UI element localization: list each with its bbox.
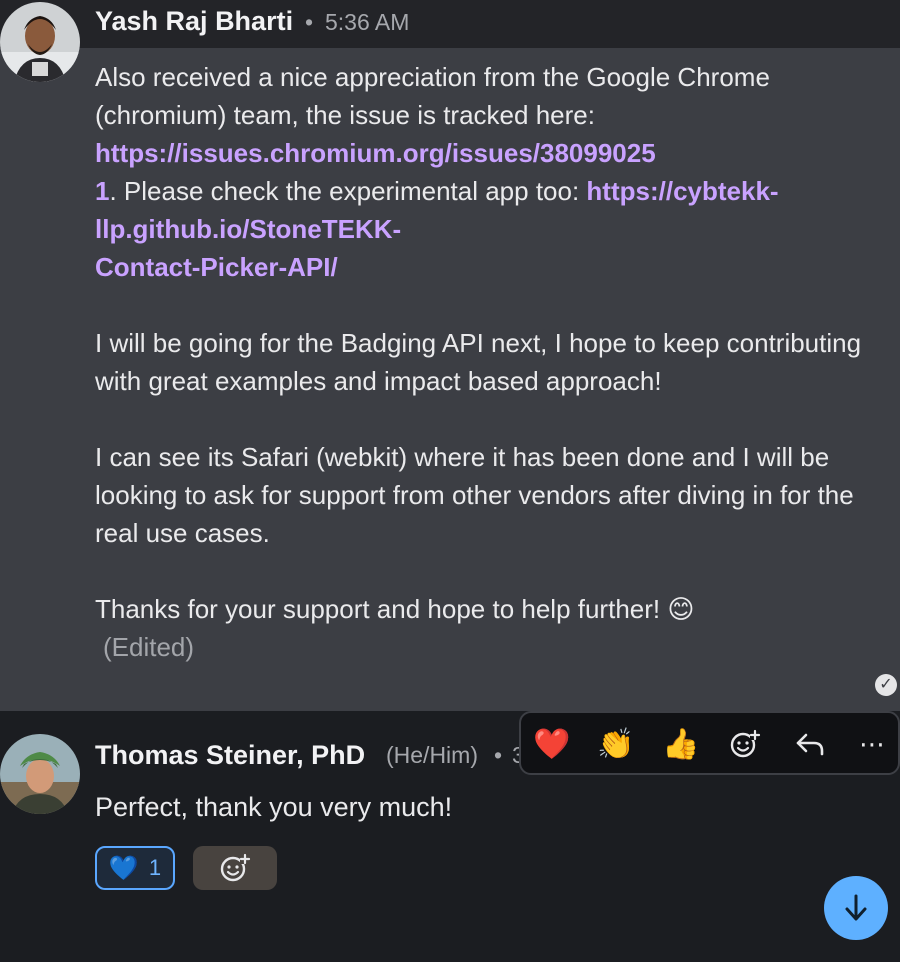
reply-icon xyxy=(796,733,824,756)
message-body: Also received a nice appreciation from t… xyxy=(95,58,885,666)
add-reaction-button[interactable] xyxy=(722,723,768,765)
react-thumbs-up-button[interactable]: 👍 xyxy=(658,723,704,765)
link-text: 1 xyxy=(95,176,110,206)
avatar[interactable] xyxy=(0,734,80,814)
avatar[interactable] xyxy=(0,2,80,82)
message-yash: Yash Raj Bharti • 5:36 AM Also received … xyxy=(0,0,900,711)
paragraph-2: I will be going for the Badging API next… xyxy=(95,328,862,396)
scroll-to-bottom-button[interactable] xyxy=(824,876,888,940)
reaction-count: 1 xyxy=(148,855,162,880)
read-check-icon: ✓ xyxy=(875,674,897,696)
add-reaction-button[interactable] xyxy=(193,846,277,890)
author-name[interactable]: Thomas Steiner, PhD xyxy=(95,740,365,771)
text: Also received a nice appreciation from t… xyxy=(95,62,770,130)
meta-separator: • xyxy=(305,9,314,35)
timestamp[interactable]: 5:36 AM xyxy=(325,9,409,36)
blue-heart-icon: 💙 xyxy=(108,854,139,882)
author-name[interactable]: Yash Raj Bharti xyxy=(95,6,293,37)
more-icon: ⋯ xyxy=(859,728,885,759)
pronouns: (He/Him) xyxy=(386,742,478,768)
reply-button[interactable] xyxy=(787,723,833,765)
clap-icon: 👏 xyxy=(597,727,635,761)
link-text: https://issues.chromium.org/issues/38099… xyxy=(95,138,656,168)
add-reaction-icon xyxy=(220,853,251,882)
heart-icon: ❤️ xyxy=(533,727,571,761)
more-actions-button[interactable]: ⋯ xyxy=(849,723,895,765)
paragraph-3: I can see its Safari (webkit) where it h… xyxy=(95,442,854,548)
react-clap-button[interactable]: 👏 xyxy=(593,723,639,765)
edited-line: (Edited) xyxy=(95,628,885,666)
add-reaction-icon xyxy=(730,729,761,758)
edited-label: (Edited) xyxy=(103,632,195,662)
message-action-toolbar: ❤️ 👏 👍 ⋯ xyxy=(519,711,900,775)
text: . Please check the experimental app too: xyxy=(109,176,587,206)
paragraph-4: Thanks for your support and hope to help… xyxy=(95,594,695,624)
link-text: Contact-Picker-API/ xyxy=(95,252,338,282)
message-body: Perfect, thank you very much! xyxy=(95,792,453,822)
reaction-chip-blue-heart[interactable]: 💙 1 xyxy=(95,846,175,890)
thumbs-up-icon: 👍 xyxy=(662,727,700,761)
paragraph-1: Also received a nice appreciation from t… xyxy=(95,58,885,286)
meta-separator: • xyxy=(494,742,503,768)
react-heart-button[interactable]: ❤️ xyxy=(529,723,575,765)
arrow-down-icon xyxy=(845,894,867,921)
